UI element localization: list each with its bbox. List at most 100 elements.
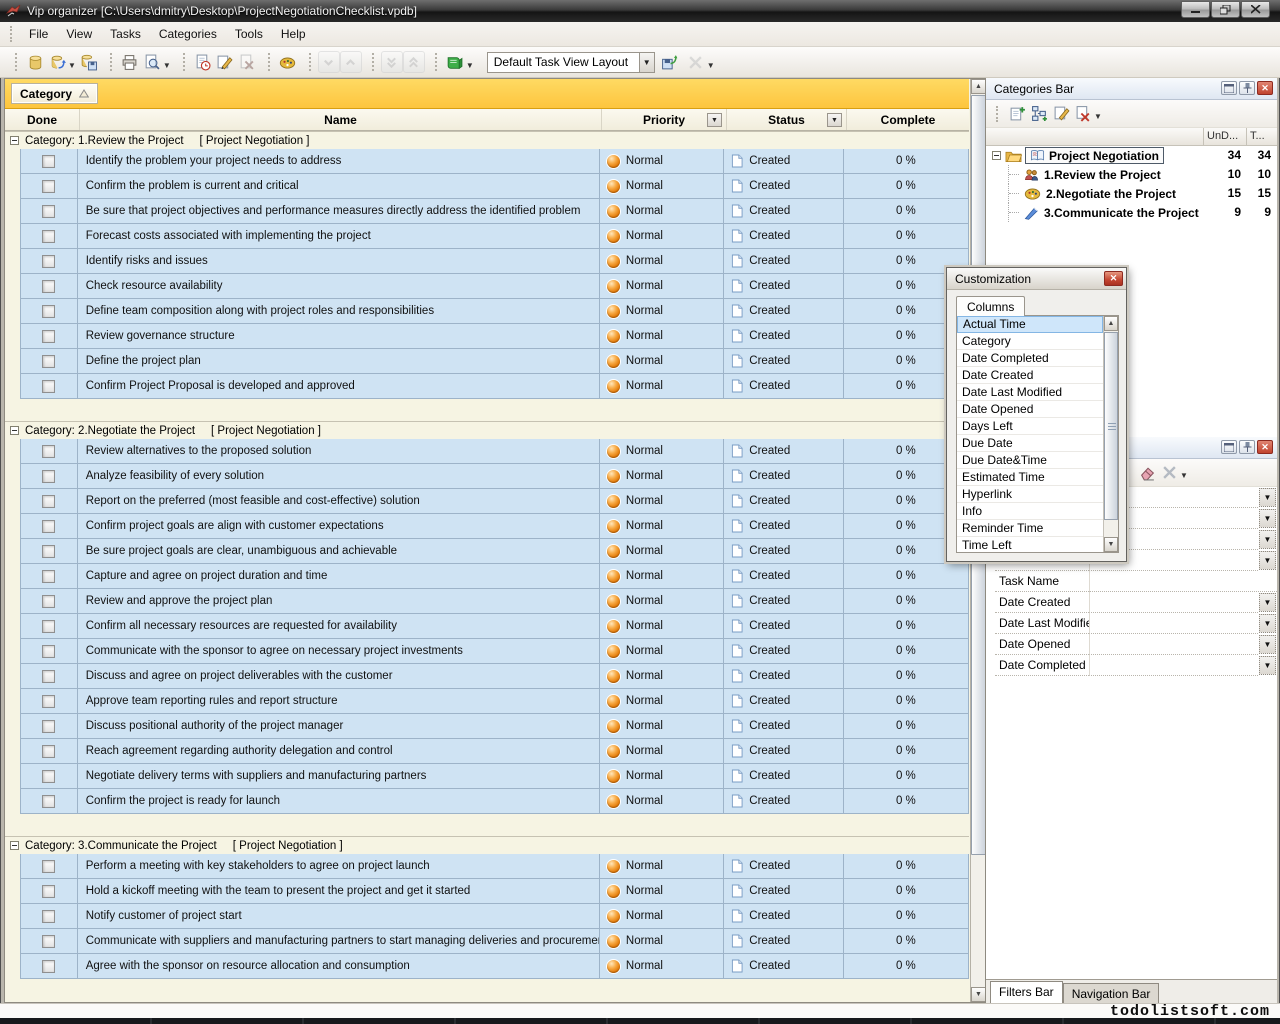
collapse-group-icon[interactable]	[10, 136, 19, 145]
filter-dropdown-arrow[interactable]: ▼	[1259, 593, 1276, 612]
task-row[interactable]: Be sure project goals are clear, unambig…	[5, 539, 969, 564]
print-icon[interactable]	[119, 51, 141, 73]
task-row[interactable]: Approve team reporting rules and report …	[5, 689, 969, 714]
done-checkbox[interactable]	[42, 670, 55, 683]
category-delete-icon[interactable]	[1072, 103, 1094, 125]
done-checkbox[interactable]	[42, 910, 55, 923]
delete-layout-dropdown-arrow[interactable]: ▼	[707, 61, 715, 70]
panel-close-button[interactable]: ✕	[1257, 440, 1273, 454]
menu-view[interactable]: View	[57, 24, 101, 44]
done-checkbox[interactable]	[42, 935, 55, 948]
task-row[interactable]: Be sure that project objectives and perf…	[5, 199, 969, 224]
column-header-name[interactable]: Name	[80, 109, 602, 130]
column-total[interactable]: T...	[1246, 128, 1277, 145]
category-new-icon[interactable]	[1006, 103, 1028, 125]
done-checkbox[interactable]	[42, 305, 55, 318]
column-option[interactable]: Days Left	[957, 418, 1103, 435]
done-checkbox[interactable]	[42, 770, 55, 783]
task-row[interactable]: Confirm Project Proposal is developed an…	[5, 374, 969, 399]
filter-dropdown-arrow[interactable]: ▼	[1259, 635, 1276, 654]
task-row[interactable]: Discuss positional authority of the proj…	[5, 714, 969, 739]
done-checkbox[interactable]	[42, 255, 55, 268]
category-tree-item[interactable]: 1.Review the Project1010	[986, 165, 1277, 184]
clear-filter-icon[interactable]	[1158, 462, 1180, 484]
menu-categories[interactable]: Categories	[150, 24, 226, 44]
filter-value-input[interactable]	[1089, 571, 1277, 592]
done-checkbox[interactable]	[42, 570, 55, 583]
task-row[interactable]: Negotiate delivery terms with suppliers …	[5, 764, 969, 789]
edit-task-icon[interactable]	[214, 51, 236, 73]
done-checkbox[interactable]	[42, 230, 55, 243]
panel-restore-button[interactable]	[1221, 440, 1237, 454]
menu-tools[interactable]: Tools	[226, 24, 272, 44]
done-checkbox[interactable]	[42, 180, 55, 193]
panel-close-button[interactable]: ✕	[1257, 81, 1273, 95]
menu-file[interactable]: File	[20, 24, 57, 44]
done-checkbox[interactable]	[42, 695, 55, 708]
column-option[interactable]: Info	[957, 503, 1103, 520]
task-row[interactable]: Reach agreement regarding authority dele…	[5, 739, 969, 764]
combobox-dropdown-arrow[interactable]: ▼	[639, 53, 654, 72]
filter-dropdown-arrow[interactable]: ▼	[1259, 530, 1276, 549]
task-row[interactable]: Notify customer of project startNormalCr…	[5, 904, 969, 929]
menu-tasks[interactable]: Tasks	[101, 24, 150, 44]
tab-filters-bar[interactable]: Filters Bar	[990, 981, 1063, 1003]
palette-icon[interactable]	[277, 51, 299, 73]
notebook-dropdown-arrow[interactable]: ▼	[466, 61, 474, 70]
layout-combobox[interactable]: Default Task View Layout▼	[487, 52, 655, 73]
scroll-down-arrow[interactable]: ▼	[1104, 537, 1118, 552]
done-checkbox[interactable]	[42, 205, 55, 218]
column-option[interactable]: Date Created	[957, 367, 1103, 384]
category-edit-icon[interactable]	[1050, 103, 1072, 125]
done-checkbox[interactable]	[42, 380, 55, 393]
done-checkbox[interactable]	[42, 860, 55, 873]
column-header-status[interactable]: Status ▼	[727, 109, 847, 130]
task-row[interactable]: Report on the preferred (most feasible a…	[5, 489, 969, 514]
task-row[interactable]: Communicate with the sponsor to agree on…	[5, 639, 969, 664]
done-checkbox[interactable]	[42, 280, 55, 293]
group-by-category-chip[interactable]: Category	[11, 83, 98, 104]
open-database-icon[interactable]	[46, 51, 68, 73]
tab-columns[interactable]: Columns	[956, 296, 1025, 316]
task-row[interactable]: Check resource availabilityNormalCreated…	[5, 274, 969, 299]
task-row[interactable]: Analyze feasibility of every solutionNor…	[5, 464, 969, 489]
task-row[interactable]: Review and approve the project planNorma…	[5, 589, 969, 614]
eraser-icon[interactable]	[1136, 462, 1158, 484]
scroll-down-arrow[interactable]: ▼	[971, 987, 986, 1002]
column-option[interactable]: Reminder Time	[957, 520, 1103, 537]
column-option[interactable]: Category	[957, 333, 1103, 350]
task-row[interactable]: Forecast costs associated with implement…	[5, 224, 969, 249]
filter-value-input[interactable]	[1089, 634, 1258, 655]
done-checkbox[interactable]	[42, 745, 55, 758]
done-checkbox[interactable]	[42, 795, 55, 808]
category-new-sub-icon[interactable]	[1028, 103, 1050, 125]
scroll-up-arrow[interactable]: ▲	[1104, 316, 1118, 331]
column-option[interactable]: Hyperlink	[957, 486, 1103, 503]
scroll-thumb[interactable]	[1104, 332, 1118, 520]
dialog-title-bar[interactable]: Customization ✕	[947, 268, 1126, 290]
task-row[interactable]: Capture and agree on project duration an…	[5, 564, 969, 589]
dialog-scrollbar[interactable]: ▲ ▼	[1103, 316, 1118, 552]
filter-dropdown-arrow[interactable]: ▼	[1259, 656, 1276, 675]
category-tree-item[interactable]: 3.Communicate the Project99	[986, 203, 1277, 222]
done-checkbox[interactable]	[42, 330, 55, 343]
task-row[interactable]: Hold a kickoff meeting with the team to …	[5, 879, 969, 904]
panel-restore-button[interactable]	[1221, 81, 1237, 95]
panel-pin-button[interactable]	[1239, 440, 1255, 454]
task-row[interactable]: Review governance structureNormalCreated…	[5, 324, 969, 349]
group-header-row[interactable]: Category: 1.Review the Project[ Project …	[5, 131, 969, 149]
category-tree-item[interactable]: Project Negotiation3434	[986, 146, 1277, 165]
task-row[interactable]: Confirm the project is ready for launchN…	[5, 789, 969, 814]
task-row[interactable]: Identify the problem your project needs …	[5, 149, 969, 174]
close-button[interactable]	[1241, 1, 1270, 18]
task-row[interactable]: Agree with the sponsor on resource alloc…	[5, 954, 969, 979]
done-checkbox[interactable]	[42, 645, 55, 658]
done-checkbox[interactable]	[42, 155, 55, 168]
task-row[interactable]: Identify risks and issuesNormalCreated0 …	[5, 249, 969, 274]
done-checkbox[interactable]	[42, 960, 55, 973]
group-header-row[interactable]: Category: 2.Negotiate the Project[ Proje…	[5, 421, 969, 439]
status-filter-button[interactable]: ▼	[827, 113, 842, 127]
column-undone[interactable]: UnD...	[1203, 128, 1246, 145]
filters-toolbar-dropdown-arrow[interactable]: ▼	[1180, 471, 1188, 480]
save-database-icon[interactable]	[78, 51, 100, 73]
